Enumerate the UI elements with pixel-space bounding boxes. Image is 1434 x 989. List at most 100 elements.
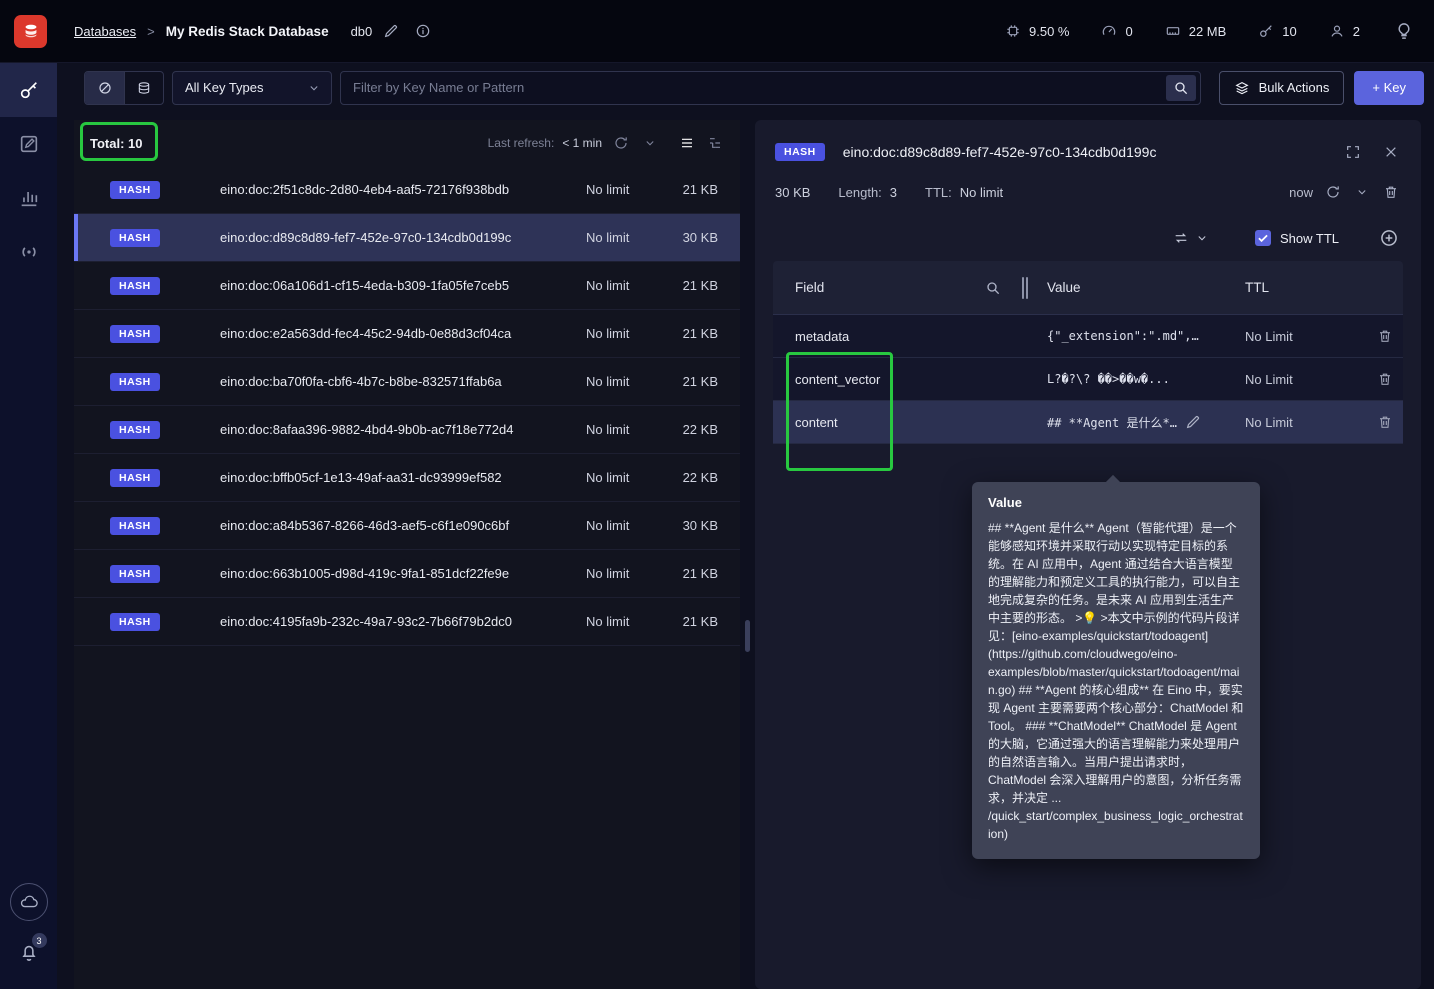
add-field-button[interactable]: [1379, 228, 1399, 248]
top-bar: Databases > My Redis Stack Database db0 …: [0, 0, 1434, 63]
nav-analytics[interactable]: [0, 171, 57, 225]
delete-field-button[interactable]: [1377, 371, 1393, 387]
cloud-button[interactable]: [9, 883, 48, 921]
key-list-row[interactable]: HASH eino:doc:663b1005-d98d-419c-9fa1-85…: [74, 550, 740, 598]
key-size: 21 KB: [682, 278, 718, 293]
show-ttl-checkbox[interactable]: [1254, 230, 1271, 246]
key-list-row[interactable]: HASH eino:doc:e2a563dd-fec4-45c2-94db-0e…: [74, 310, 740, 358]
nav-workbench[interactable]: [0, 117, 57, 171]
delete-key-button[interactable]: [1381, 182, 1401, 202]
column-resize-handle[interactable]: [1020, 277, 1030, 299]
key-ttl: No limit: [586, 614, 630, 629]
key-ttl: No limit: [586, 422, 630, 437]
key-name: eino:doc:2f51c8dc-2d80-4eb4-aaf5-72176f9…: [220, 182, 510, 197]
key-size: 22 KB: [682, 422, 718, 437]
key-list-row[interactable]: HASH eino:doc:ba70f0fa-cbf6-4b7c-b8be-83…: [74, 358, 740, 406]
key-search-box: [340, 70, 1201, 105]
key-name: eino:doc:8afaa396-9882-4bd4-9b0b-ac7f18e…: [220, 422, 514, 437]
auto-refresh-menu-button[interactable]: [640, 133, 660, 153]
pencil-icon: [383, 23, 399, 39]
key-list-row[interactable]: HASH eino:doc:2f51c8dc-2d80-4eb4-aaf5-72…: [74, 166, 740, 214]
no-filter-icon: [97, 80, 113, 96]
ttl-column-label: TTL: [1245, 280, 1270, 295]
field-ttl: No Limit: [1245, 414, 1293, 430]
ttl-column-header: TTL: [1223, 261, 1367, 314]
layers-icon: [1234, 80, 1250, 96]
field-value[interactable]: ## **Agent 是什么** A...: [1025, 414, 1223, 431]
key-ttl: No limit: [586, 326, 630, 341]
filter-by-type-toggle[interactable]: [124, 71, 163, 104]
value-format-selector[interactable]: [1173, 230, 1209, 246]
redis-logo-icon: [21, 21, 41, 41]
bulk-actions-button[interactable]: Bulk Actions: [1218, 70, 1345, 105]
field-row-selected[interactable]: content ## **Agent 是什么** A... No Limit: [773, 401, 1403, 444]
key-meta-row: 30 KB Length: 3 TTL: No limit now: [755, 168, 1421, 202]
bulk-actions-label: Bulk Actions: [1258, 80, 1330, 95]
key-type-dropdown-value: All Key Types: [185, 80, 264, 95]
stat-keys: 10: [1258, 23, 1297, 39]
commands-gauge-icon: [1101, 23, 1117, 39]
list-view-button[interactable]: [676, 132, 698, 154]
notifications-button[interactable]: 3: [10, 933, 48, 973]
key-name: eino:doc:a84b5367-8266-46d3-aef5-c6f1e09…: [220, 518, 510, 533]
key-size-value: 30 KB: [775, 184, 811, 200]
key-type-badge: HASH: [110, 612, 160, 631]
trash-icon: [1377, 414, 1393, 430]
key-ttl-label: TTL:: [925, 184, 952, 200]
key-list-row[interactable]: HASH eino:doc:06a106d1-cf15-4eda-b309-1f…: [74, 262, 740, 310]
db-info-button[interactable]: [413, 21, 433, 41]
show-ttl-toggle[interactable]: Show TTL: [1254, 230, 1339, 246]
nav-pubsub[interactable]: [0, 225, 57, 279]
tree-view-button[interactable]: [704, 132, 726, 154]
key-details-header: HASH eino:doc:d89c8d89-fef7-452e-97c0-13…: [755, 120, 1421, 168]
key-list-row[interactable]: HASH eino:doc:a84b5367-8266-46d3-aef5-c6…: [74, 502, 740, 550]
close-details-button[interactable]: [1381, 142, 1401, 162]
auto-refresh-menu-button[interactable]: [1353, 183, 1371, 201]
key-ttl: No limit: [586, 230, 630, 245]
chevron-down-icon: [1195, 231, 1209, 245]
field-value[interactable]: L?�?\? ��>��w�...: [1025, 372, 1223, 386]
key-type-dropdown[interactable]: All Key Types: [172, 70, 332, 105]
edit-field-value-button[interactable]: [1185, 414, 1201, 430]
filter-mode-group: [84, 70, 164, 105]
key-type-badge: HASH: [110, 180, 160, 199]
filter-off-toggle[interactable]: [85, 71, 124, 104]
refresh-keys-button[interactable]: [610, 132, 632, 154]
panel-resize-handle[interactable]: [745, 620, 750, 652]
field-column-label: Field: [795, 280, 825, 295]
key-list-row-selected[interactable]: HASH eino:doc:d89c8d89-fef7-452e-97c0-13…: [74, 214, 740, 262]
key-name: eino:doc:4195fa9b-232c-49a7-93c2-7b66f79…: [220, 614, 513, 629]
value-tooltip-title: Value: [988, 495, 1022, 510]
key-list-row[interactable]: HASH eino:doc:4195fa9b-232c-49a7-93c2-7b…: [74, 598, 740, 646]
key-length-label: Length:: [838, 184, 882, 200]
info-icon: [415, 23, 431, 39]
delete-field-button[interactable]: [1377, 414, 1393, 430]
last-refresh-label: Last refresh:: [487, 136, 555, 150]
delete-field-button[interactable]: [1377, 328, 1393, 344]
key-list-header-right: Last refresh: < 1 min: [488, 132, 726, 154]
breadcrumb-databases[interactable]: Databases: [74, 24, 136, 39]
key-list-row[interactable]: HASH eino:doc:8afaa396-9882-4bd4-9b0b-ac…: [74, 406, 740, 454]
stat-keys-value: 10: [1282, 23, 1297, 39]
key-type-badge: HASH: [110, 516, 160, 535]
key-search-input[interactable]: [353, 80, 1166, 95]
field-value[interactable]: {"_extension":".md","_fi...: [1025, 329, 1223, 343]
key-size: 21 KB: [682, 566, 718, 581]
edit-db-alias-button[interactable]: [381, 21, 401, 41]
field-search-button[interactable]: [983, 278, 1003, 298]
fullscreen-button[interactable]: [1343, 142, 1363, 162]
stat-cpu-value: 9.50 %: [1029, 23, 1070, 39]
field-row[interactable]: content_vector L?�?\? ��>��w�... No Limi…: [773, 358, 1403, 401]
search-submit-button[interactable]: [1165, 74, 1196, 101]
side-nav: 3: [0, 63, 57, 989]
insights-button[interactable]: [1392, 19, 1416, 43]
search-icon: [1173, 80, 1189, 96]
clients-icon: [1329, 23, 1345, 39]
nav-browser[interactable]: [0, 63, 57, 117]
key-list-row[interactable]: HASH eino:doc:bffb05cf-1e13-49af-aa31-dc…: [74, 454, 740, 502]
add-key-button[interactable]: + Key: [1354, 70, 1424, 105]
memory-icon: [1165, 23, 1181, 39]
refresh-key-button[interactable]: [1323, 182, 1343, 202]
key-list-header: Total: 10 Last refresh: < 1 min: [74, 120, 740, 166]
field-row[interactable]: metadata {"_extension":".md","_fi... No …: [773, 315, 1403, 358]
